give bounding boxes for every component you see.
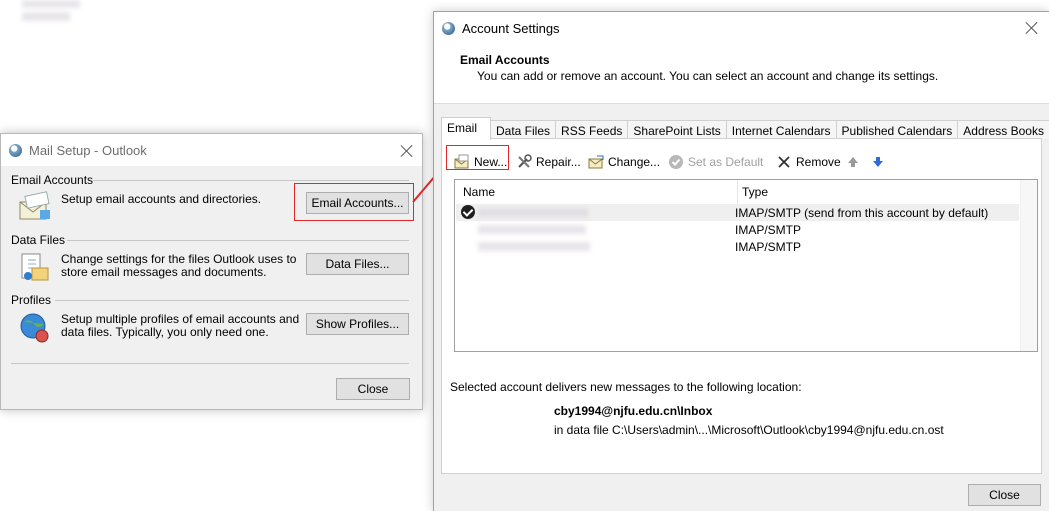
outlook-globe-icon — [9, 143, 22, 157]
repair-button-label: Repair... — [536, 155, 581, 169]
header-title: Email Accounts — [460, 53, 550, 67]
remove-button[interactable]: Remove — [776, 153, 841, 171]
account-settings-titlebar[interactable]: Account Settings — [434, 12, 1049, 44]
account-settings-title: Account Settings — [462, 20, 560, 36]
redacted-account-name — [478, 225, 586, 234]
default-account-check-icon — [461, 205, 475, 219]
repair-button[interactable]: Repair... — [516, 153, 581, 171]
show-profiles-button[interactable]: Show Profiles... — [306, 313, 409, 335]
list-scrollbar[interactable] — [1020, 180, 1037, 351]
account-type: IMAP/SMTP (send from this account by def… — [735, 206, 989, 220]
move-down-button[interactable] — [870, 153, 890, 171]
profiles-group-label: Profiles — [11, 293, 52, 307]
annotation-highlight-new — [446, 145, 509, 170]
tab-published-calendars[interactable]: Published Calendars — [835, 120, 959, 139]
set-as-default-button[interactable]: Set as Default — [668, 153, 763, 171]
header-subtitle: You can add or remove an account. You ca… — [477, 69, 939, 83]
remove-button-label: Remove — [796, 155, 841, 169]
annotation-highlight-email-accounts — [294, 183, 414, 221]
column-header-type[interactable]: Type — [742, 185, 768, 199]
outlook-globe-icon — [442, 21, 455, 35]
arrow-up-icon — [845, 154, 861, 170]
arrow-down-icon — [870, 154, 886, 170]
data-files-divider — [67, 240, 409, 241]
account-row[interactable]: IMAP/SMTP (send from this account by def… — [456, 204, 1019, 221]
account-settings-close-button[interactable]: Close — [968, 484, 1041, 506]
move-up-button[interactable] — [845, 153, 865, 171]
account-type: IMAP/SMTP — [735, 240, 802, 254]
mail-setup-dialog: Mail Setup - Outlook Email Accounts Setu… — [0, 133, 423, 410]
account-settings-close-icon[interactable] — [1025, 21, 1039, 35]
delivery-data-file: in data file C:\Users\admin\...\Microsof… — [554, 423, 944, 437]
redacted-text-top-left-1 — [22, 0, 80, 8]
checkmark-circle-icon — [668, 154, 684, 170]
tab-sharepoint-lists[interactable]: SharePoint Lists — [627, 120, 727, 139]
email-accounts-group-label: Email Accounts — [11, 173, 94, 187]
mail-setup-titlebar[interactable]: Mail Setup - Outlook — [1, 134, 422, 166]
email-accounts-description: Setup email accounts and directories. — [61, 192, 262, 206]
mail-setup-title: Mail Setup - Outlook — [29, 142, 147, 158]
data-files-button[interactable]: Data Files... — [306, 253, 409, 275]
data-files-group-label: Data Files — [11, 233, 66, 247]
repair-tools-icon — [516, 154, 532, 170]
change-button[interactable]: Change... — [588, 153, 660, 171]
envelope-icon — [18, 190, 52, 224]
change-button-label: Change... — [608, 155, 661, 169]
tab-strip: Email Data Files RSS Feeds SharePoint Li… — [441, 117, 1049, 140]
email-accounts-divider — [93, 180, 409, 181]
column-header-name[interactable]: Name — [463, 185, 495, 199]
data-file-folder-icon — [18, 250, 52, 284]
mail-setup-close-button[interactable]: Close — [336, 378, 410, 400]
account-row[interactable]: IMAP/SMTP — [456, 238, 1019, 255]
delivery-label: Selected account delivers new messages t… — [450, 380, 802, 394]
set-as-default-label: Set as Default — [688, 155, 764, 169]
account-settings-dialog: Account Settings Email Accounts You can … — [433, 11, 1049, 511]
tab-data-files[interactable]: Data Files — [490, 120, 557, 139]
redacted-text-top-left-2 — [22, 12, 70, 21]
account-list[interactable]: Name Type IMAP/SMTP (send from this acco… — [454, 179, 1038, 352]
redacted-account-name — [478, 242, 590, 251]
change-envelope-icon — [588, 154, 604, 170]
profiles-divider — [55, 300, 409, 301]
data-files-description: Change settings for the files Outlook us… — [61, 252, 297, 279]
column-divider — [737, 180, 738, 204]
tab-internet-calendars[interactable]: Internet Calendars — [725, 120, 837, 139]
tab-rss-feeds[interactable]: RSS Feeds — [555, 120, 629, 139]
tab-address-books[interactable]: Address Books — [957, 120, 1049, 139]
account-row[interactable]: IMAP/SMTP — [456, 221, 1019, 238]
bottom-divider — [11, 363, 409, 364]
account-settings-header: Email Accounts You can add or remove an … — [434, 44, 1049, 104]
profiles-description: Setup multiple profiles of email account… — [61, 312, 300, 339]
redacted-account-name — [478, 208, 588, 217]
account-type: IMAP/SMTP — [735, 223, 802, 237]
tab-email[interactable]: Email — [441, 117, 491, 140]
remove-x-icon — [776, 154, 792, 170]
profile-globe-icon — [18, 310, 52, 344]
email-tab-panel: New... Repair... Change... Set as Defaul… — [441, 138, 1042, 474]
delivery-folder: cby1994@njfu.edu.cn\Inbox — [554, 404, 713, 418]
